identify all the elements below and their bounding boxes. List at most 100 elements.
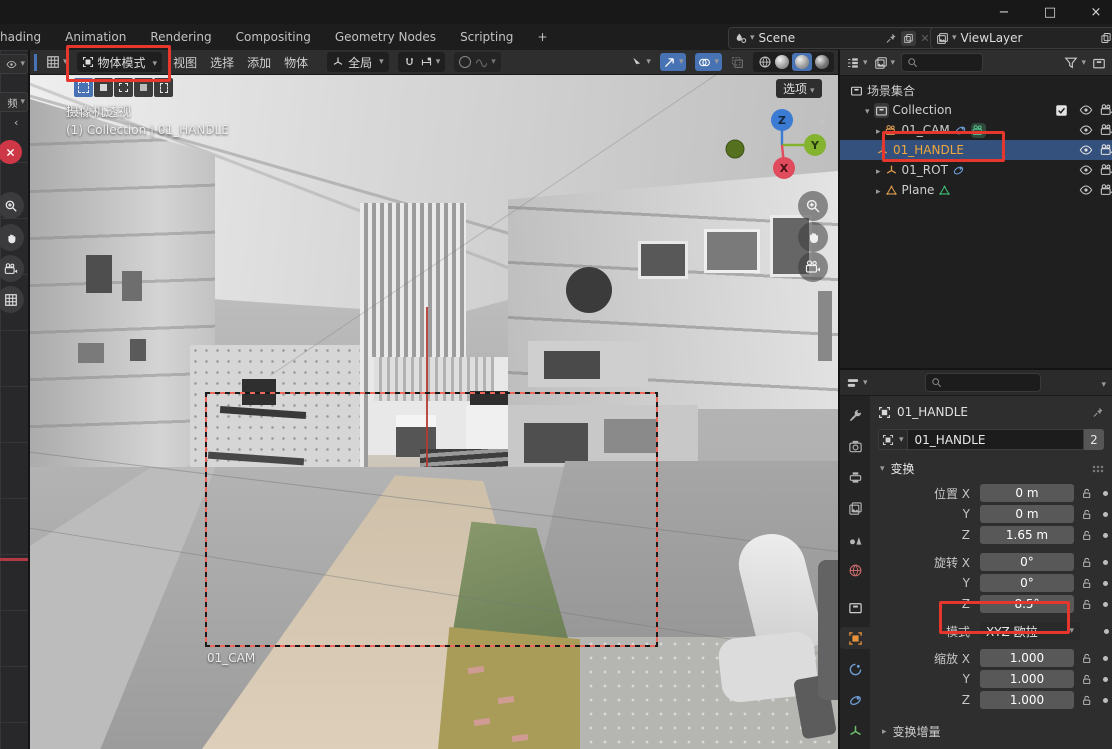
eye-icon[interactable] bbox=[1079, 143, 1093, 157]
users-count-badge[interactable]: 2 bbox=[1084, 429, 1104, 450]
shading-solid-icon[interactable] bbox=[775, 55, 789, 69]
object-row-01-cam[interactable]: 01_CAM bbox=[840, 120, 1112, 140]
tab-shading-partial[interactable]: hading bbox=[0, 30, 41, 44]
tab-tool[interactable] bbox=[840, 404, 870, 426]
expand-icon[interactable] bbox=[862, 103, 870, 117]
scale-y-field[interactable]: 1.000 bbox=[980, 670, 1074, 688]
snapping-group[interactable] bbox=[398, 52, 446, 72]
collapse-left-icon[interactable]: ‹ bbox=[14, 116, 18, 129]
new-viewlayer-icon[interactable] bbox=[1100, 32, 1112, 44]
lock-icon[interactable] bbox=[1074, 487, 1098, 500]
delta-transform-panel[interactable]: 变换增量 bbox=[870, 711, 1112, 740]
add-workspace-button[interactable]: + bbox=[537, 30, 547, 44]
viewlayer-selector[interactable]: ViewLayer bbox=[930, 27, 1112, 49]
eye-icon[interactable] bbox=[1079, 123, 1093, 137]
shading-wireframe-icon[interactable] bbox=[758, 55, 772, 69]
tab-animation[interactable]: Animation bbox=[65, 30, 126, 44]
menu-object[interactable]: 物体 bbox=[282, 54, 310, 71]
animate-dot-icon[interactable] bbox=[1098, 581, 1112, 586]
checkbox-icon[interactable] bbox=[1055, 104, 1068, 117]
viewport-pan-button[interactable] bbox=[798, 222, 828, 252]
tab-collection[interactable] bbox=[840, 596, 870, 618]
render-camera-icon[interactable] bbox=[1100, 143, 1112, 157]
pin-icon[interactable] bbox=[1092, 406, 1104, 418]
lock-icon[interactable] bbox=[1074, 652, 1098, 665]
location-z-field[interactable]: 1.65 m bbox=[980, 526, 1074, 544]
proportional-edit-group[interactable] bbox=[454, 52, 501, 72]
menu-select[interactable]: 选择 bbox=[208, 54, 236, 71]
shading-rendered-icon[interactable] bbox=[815, 55, 829, 69]
collection-row[interactable]: Collection bbox=[840, 100, 1112, 120]
object-id-icon[interactable] bbox=[878, 429, 907, 450]
pan-hand-icon[interactable] bbox=[0, 224, 24, 251]
tab-geometry-nodes[interactable]: Geometry Nodes bbox=[335, 30, 436, 44]
tab-output[interactable] bbox=[840, 466, 870, 488]
camera-frame[interactable] bbox=[205, 392, 658, 647]
mode-selector[interactable]: 物体模式 bbox=[77, 52, 163, 72]
outliner-search-input[interactable] bbox=[901, 53, 983, 72]
animate-dot-icon[interactable] bbox=[1100, 629, 1112, 634]
object-row-plane[interactable]: Plane bbox=[840, 180, 1112, 200]
select-mode-intersect-button[interactable] bbox=[154, 78, 173, 97]
rotation-z-field[interactable]: 8.5° bbox=[980, 595, 1074, 613]
overlays-toggle[interactable] bbox=[695, 53, 722, 71]
expand-icon[interactable] bbox=[876, 163, 881, 177]
grid-view-icon[interactable] bbox=[0, 286, 24, 313]
menu-add[interactable]: 添加 bbox=[245, 54, 273, 71]
animate-dot-icon[interactable] bbox=[1098, 602, 1112, 607]
select-mode-invert-button[interactable] bbox=[134, 78, 153, 97]
render-camera-icon[interactable] bbox=[1100, 163, 1112, 177]
select-mode-subtract-button[interactable] bbox=[114, 78, 133, 97]
expand-icon[interactable] bbox=[876, 183, 881, 197]
sidebar-collapse-icon[interactable]: ‹ bbox=[820, 115, 825, 129]
animate-dot-icon[interactable] bbox=[1098, 512, 1112, 517]
scene-collection-row[interactable]: 场景集合 bbox=[840, 80, 1112, 100]
render-camera-icon[interactable] bbox=[1100, 103, 1112, 117]
rotation-x-field[interactable]: 0° bbox=[980, 553, 1074, 571]
animate-dot-icon[interactable] bbox=[1098, 491, 1112, 496]
animate-dot-icon[interactable] bbox=[1098, 698, 1112, 703]
tab-world[interactable] bbox=[840, 559, 870, 581]
tab-scene[interactable] bbox=[840, 528, 870, 550]
menu-view[interactable]: 视图 bbox=[171, 54, 199, 71]
new-scene-icon[interactable] bbox=[901, 31, 916, 46]
location-x-field[interactable]: 0 m bbox=[980, 484, 1074, 502]
lock-icon[interactable] bbox=[1074, 673, 1098, 686]
viewport-zoom-button[interactable] bbox=[798, 191, 828, 221]
properties-options-caret[interactable] bbox=[1098, 376, 1106, 390]
select-mode-extend-button[interactable] bbox=[94, 78, 113, 97]
scale-x-field[interactable]: 1.000 bbox=[980, 649, 1074, 667]
outliner-editor-icon[interactable] bbox=[846, 56, 868, 70]
minimize-button[interactable]: − bbox=[994, 5, 1014, 20]
outliner-display-mode-icon[interactable] bbox=[874, 56, 896, 70]
select-mode-set-button[interactable] bbox=[74, 78, 93, 97]
eye-icon[interactable] bbox=[1079, 163, 1093, 177]
new-collection-icon[interactable] bbox=[1092, 56, 1106, 70]
scene-selector[interactable]: Scene bbox=[728, 27, 936, 49]
tab-scripting[interactable]: Scripting bbox=[460, 30, 513, 44]
lock-icon[interactable] bbox=[1074, 577, 1098, 590]
gizmos-toggle[interactable] bbox=[660, 53, 687, 71]
properties-search-input[interactable] bbox=[925, 373, 1041, 392]
maximize-button[interactable]: □ bbox=[1040, 5, 1060, 20]
rotation-y-field[interactable]: 0° bbox=[980, 574, 1074, 592]
tab-rendering[interactable]: Rendering bbox=[150, 30, 211, 44]
scale-z-field[interactable]: 1.000 bbox=[980, 691, 1074, 709]
animate-dot-icon[interactable] bbox=[1098, 656, 1112, 661]
shading-material-icon[interactable] bbox=[792, 53, 812, 71]
object-name-input[interactable]: 01_HANDLE bbox=[907, 429, 1084, 450]
render-camera-icon[interactable] bbox=[1100, 123, 1112, 137]
render-camera-icon[interactable] bbox=[1100, 183, 1112, 197]
viewport-camera-button[interactable] bbox=[798, 252, 828, 282]
tab-object-data[interactable] bbox=[840, 720, 870, 742]
tab-render[interactable] bbox=[840, 435, 870, 457]
xray-toggle[interactable] bbox=[731, 56, 744, 69]
object-row-01-rot[interactable]: 01_ROT bbox=[840, 160, 1112, 180]
animate-dot-icon[interactable] bbox=[1098, 560, 1112, 565]
transform-orientation-selector[interactable]: 全局 bbox=[327, 52, 389, 72]
pin-icon[interactable] bbox=[885, 32, 897, 44]
tab-constraints[interactable] bbox=[840, 658, 870, 680]
object-row-01-handle[interactable]: 01_HANDLE bbox=[840, 140, 1112, 160]
lock-icon[interactable] bbox=[1074, 598, 1098, 611]
tab-physics[interactable] bbox=[840, 689, 870, 711]
